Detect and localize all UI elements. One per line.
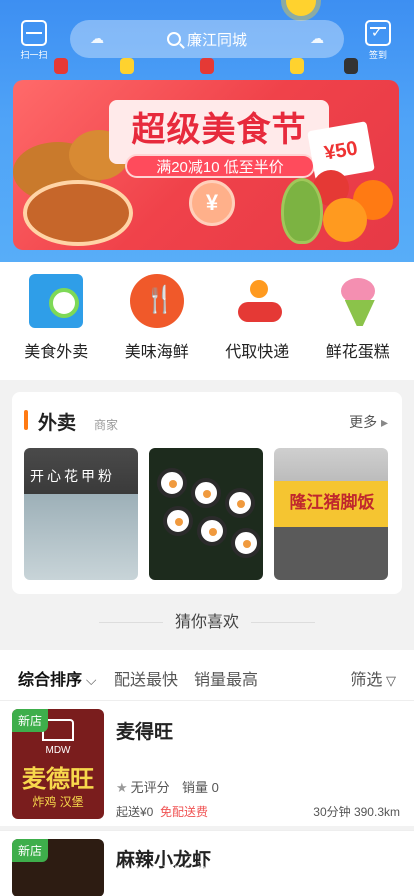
lantern-decoration [120, 58, 134, 74]
sign-in-button[interactable]: 签到 [358, 20, 398, 64]
category-label: 鲜花蛋糕 [325, 344, 390, 361]
lantern-decoration [344, 58, 358, 74]
sun-decoration [286, 0, 316, 16]
banner-subtitle: 满20减10 低至半价 [125, 154, 315, 178]
seafood-icon [129, 274, 184, 328]
category-grid: 美食外卖 美味海鲜 代取快递 鲜花蛋糕 [0, 262, 414, 380]
section-subtitle: 商家 [94, 418, 119, 432]
lantern-decoration [54, 58, 68, 74]
scan-button[interactable]: 扫一扫 [14, 20, 54, 64]
sign-in-label: 签到 [368, 50, 387, 60]
star-icon: ★ [116, 780, 128, 795]
delivery-icon [230, 274, 284, 328]
new-store-badge: 新店 [12, 839, 49, 862]
guess-label: 猜你喜欢 [174, 614, 239, 631]
scan-icon [21, 20, 47, 46]
category-label: 美食外卖 [24, 344, 89, 361]
sushi-roll [191, 478, 221, 508]
shop-sign: 开心花甲粉 [30, 468, 115, 484]
shop-rating: ★ 无评分 [116, 777, 170, 796]
sushi-roll [225, 488, 255, 518]
delivery-distance: 30分钟 390.3km [313, 805, 400, 819]
category-label: 代取快递 [225, 344, 290, 361]
scan-label: 扫一扫 [20, 50, 48, 60]
takeout-icon [29, 274, 84, 328]
sushi-roll [163, 506, 193, 536]
category-takeout[interactable]: 美食外卖 [8, 274, 104, 380]
flower-icon [331, 274, 385, 328]
promo-banner[interactable]: 超级美食节 满20减10 低至半价 ¥ ¥50 [13, 80, 399, 250]
search-icon [166, 32, 181, 46]
category-seafood[interactable]: 美味海鲜 [109, 274, 205, 380]
filter-button[interactable]: 筛选 [350, 666, 396, 690]
top-sales-tab[interactable]: 销量最高 [194, 666, 258, 690]
sort-dropdown[interactable]: 综合排序 [18, 666, 97, 690]
coupon-tag: ¥50 [307, 121, 375, 181]
shop-logo: MDW 麦德旺 炸鸡 汉堡 新店 [12, 709, 104, 819]
merchant-thumbnail[interactable]: 隆江猪脚饭 [274, 448, 388, 580]
sushi-roll [231, 528, 261, 558]
sushi-roll [157, 468, 187, 498]
category-flower[interactable]: 鲜花蛋糕 [310, 274, 406, 380]
coin-icon: ¥ [189, 180, 235, 226]
merchant-thumbnail[interactable]: 开心花甲粉 [24, 448, 138, 580]
filter-bar: 综合排序 配送最快 销量最高 筛选 [0, 650, 414, 700]
more-link[interactable]: 更多 [349, 412, 388, 432]
cloud-decoration: ☁ [90, 30, 104, 46]
banner-title: 超级美食节 [131, 111, 307, 149]
watermark: KANGZM.COM [110, 862, 238, 881]
cloud-decoration: ☁ [310, 30, 324, 46]
calendar-check-icon [365, 20, 391, 46]
lantern-decoration [290, 58, 304, 74]
roast-chicken-image [23, 180, 133, 246]
fastest-delivery-tab[interactable]: 配送最快 [114, 666, 178, 690]
new-store-badge: 新店 [12, 709, 49, 732]
search-text: 廉江同城 [186, 31, 247, 49]
shop-card[interactable]: MDW 麦德旺 炸鸡 汉堡 新店 麦得旺 ★ 无评分 销量 0 起送¥0 免配送费… [0, 700, 414, 826]
category-label: 美味海鲜 [124, 344, 189, 361]
shop-logo: 新店 [12, 839, 104, 896]
shop-sales: 销量 0 [182, 780, 219, 795]
logo-subtext: 炸鸡 汉堡 [32, 795, 84, 809]
min-order-price: 起送¥0 [116, 805, 154, 819]
takeout-section: 外卖 商家 更多 开心花甲粉 隆江猪脚饭 [12, 392, 402, 594]
section-title: 外卖 [38, 413, 77, 434]
logo-brand: MDW [45, 745, 71, 756]
section-accent-bar [24, 410, 28, 430]
logo-text: 麦德旺 [22, 766, 94, 793]
orange-image [323, 198, 367, 242]
avocado-image [281, 178, 323, 244]
guess-you-like-heading: 猜你喜欢 [0, 608, 414, 632]
delivery-fee: 免配送费 [160, 805, 209, 819]
rating-text: 无评分 [130, 780, 170, 795]
category-delivery[interactable]: 代取快递 [209, 274, 305, 380]
sushi-roll [197, 516, 227, 546]
shop-sign: 隆江猪脚饭 [289, 493, 375, 512]
lantern-decoration [200, 58, 214, 74]
shop-name: 麦得旺 [116, 722, 174, 743]
merchant-thumbnail[interactable] [149, 448, 263, 580]
search-bar[interactable]: ☁ 廉江同城 ☁ [70, 20, 344, 58]
